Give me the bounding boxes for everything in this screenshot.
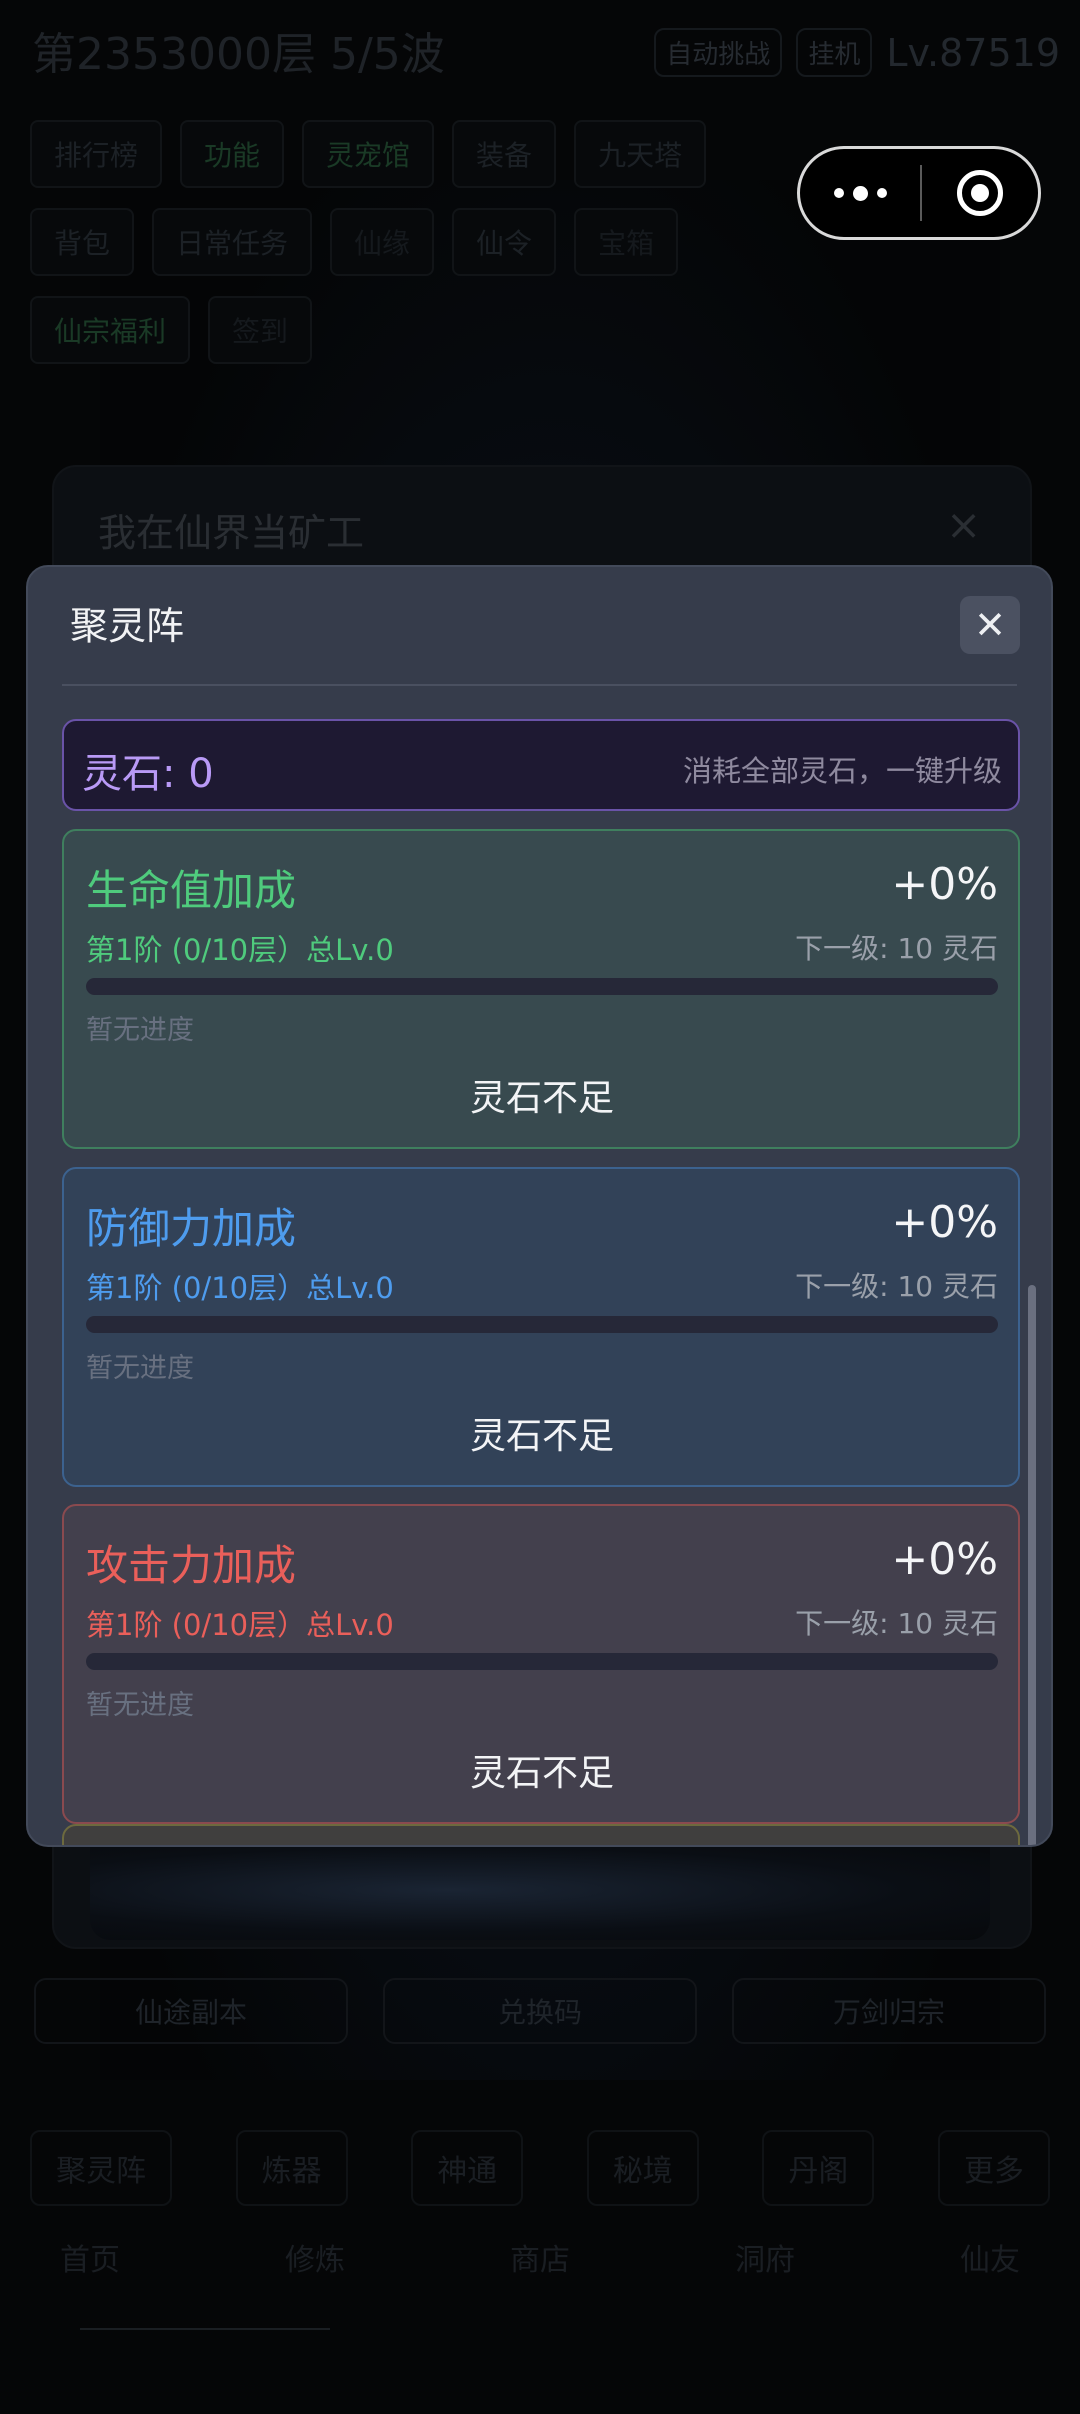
bg-button: 万剑归宗 [732, 1978, 1046, 2044]
bg-nav-item: 神通 [411, 2130, 524, 2206]
upgrade-button[interactable]: 灵石不足 [86, 1397, 998, 1469]
card-percent: +0% [891, 1534, 998, 1585]
bg-scene-image [90, 1840, 990, 1940]
bg-nav-item: 洞府 [735, 2243, 795, 2278]
progress-bar [86, 1316, 998, 1333]
progress-text: 暂无进度 [86, 1353, 194, 1384]
bg-action-buttons: 仙途副本 兑换码 万剑归宗 [34, 1978, 1046, 2044]
modal-content-scroll[interactable]: 灵石: 0 消耗全部灵石，一键升级 生命值加成 +0% 第1阶 (0/10层）总… [62, 719, 1020, 1845]
card-tier: 第1阶 (0/10层）总Lv.0 [86, 1271, 394, 1305]
bg-button: 仙途副本 [34, 1978, 348, 2044]
bg-nav-item: 修炼 [285, 2243, 345, 2278]
progress-bar [86, 1653, 998, 1670]
bg-tab: 仙令 [452, 208, 557, 276]
bg-tab: 宝箱 [574, 208, 679, 276]
bg-tab: 排行榜 [30, 120, 163, 188]
bg-tab: 背包 [30, 208, 135, 276]
floor-wave-title: 第2353000层 5/5波 [32, 29, 445, 80]
hp-bonus-card: 生命值加成 +0% 第1阶 (0/10层）总Lv.0 下一级: 10 灵石 暂无… [62, 829, 1020, 1149]
bg-nav-item: 秘境 [586, 2130, 699, 2206]
bg-tab: 灵宠馆 [302, 120, 435, 188]
progress-text: 暂无进度 [86, 1015, 194, 1046]
card-next-cost: 下一级: 10 灵石 [795, 1607, 998, 1640]
progress-text: 暂无进度 [86, 1690, 194, 1721]
more-dots-icon[interactable] [800, 149, 920, 237]
bg-button: 兑换码 [383, 1978, 697, 2044]
bg-nav-item: 丹阁 [762, 2130, 875, 2206]
bg-tab: 九天塔 [574, 120, 707, 188]
screen: 第2353000层 5/5波 自动挑战 挂机 Lv.87519 排行榜 功能 灵… [0, 0, 1080, 2414]
bg-tab: 签到 [208, 296, 313, 364]
bg-nav-item: 商店 [510, 2243, 570, 2278]
auto-challenge-chip: 自动挑战 [654, 28, 783, 77]
card-next-cost: 下一级: 10 灵石 [795, 932, 998, 965]
divider [62, 684, 1017, 686]
bg-nav-row-1: 聚灵阵 炼器 神通 秘境 丹阁 更多 [30, 2130, 1050, 2206]
bg-nav-item: 聚灵阵 [30, 2130, 172, 2206]
bg-nav-row-2: 首页 修炼 商店 洞府 仙友 [60, 2235, 1020, 2279]
card-next-cost: 下一级: 10 灵石 [795, 1270, 998, 1303]
upgrade-button[interactable]: 灵石不足 [86, 1734, 998, 1806]
attack-bonus-card: 攻击力加成 +0% 第1阶 (0/10层）总Lv.0 下一级: 10 灵石 暂无… [62, 1504, 1020, 1824]
target-close-icon[interactable] [922, 149, 1038, 237]
bg-nav-item: 仙友 [960, 2243, 1020, 2278]
upgrade-all-button[interactable]: 消耗全部灵石，一键升级 [683, 748, 1002, 790]
modal-title: 聚灵阵 [70, 604, 185, 648]
upgrade-button[interactable]: 灵石不足 [86, 1059, 998, 1131]
bg-nav-item: 炼器 [235, 2130, 348, 2206]
card-name: 生命值加成 [86, 866, 297, 915]
defense-bonus-card: 防御力加成 +0% 第1阶 (0/10层）总Lv.0 下一级: 10 灵石 暂无… [62, 1167, 1020, 1487]
player-level: Lv.87519 [886, 30, 1060, 75]
card-tier: 第1阶 (0/10层）总Lv.0 [86, 1608, 394, 1642]
bg-tab: 装备 [452, 120, 557, 188]
card-percent: +0% [891, 859, 998, 910]
card-name: 攻击力加成 [86, 1541, 297, 1590]
bg-tabs-row-3: 仙宗福利 签到 [30, 296, 313, 364]
next-card-partial [62, 1824, 1020, 1845]
scrollbar[interactable] [1028, 1285, 1036, 1845]
bg-panel-title: 我在仙界当矿工 [98, 511, 365, 555]
bg-tab: 仙缘 [330, 208, 435, 276]
bg-underline [80, 2328, 330, 2330]
bg-tab: 日常任务 [152, 208, 313, 276]
bg-tab: 仙宗福利 [30, 296, 191, 364]
card-tier: 第1阶 (0/10层）总Lv.0 [86, 933, 394, 967]
progress-bar [86, 978, 998, 995]
top-status: 自动挑战 挂机 Lv.87519 [654, 28, 1060, 77]
bg-nav-item: 更多 [937, 2130, 1050, 2206]
spirit-array-modal: 聚灵阵 ✕ 灵石: 0 消耗全部灵石，一键升级 生命值加成 +0% 第1阶 (0… [26, 565, 1053, 1847]
card-percent: +0% [891, 1197, 998, 1248]
idle-chip: 挂机 [796, 28, 873, 77]
bg-panel-close-icon: × [946, 500, 982, 549]
spirit-stone-count: 灵石: 0 [82, 751, 214, 797]
mini-program-capsule [797, 146, 1041, 240]
spirit-stone-bar: 灵石: 0 消耗全部灵石，一键升级 [62, 719, 1020, 811]
bg-tabs-row-2: 背包 日常任务 仙缘 仙令 宝箱 [30, 208, 679, 276]
card-name: 防御力加成 [86, 1204, 297, 1253]
bg-tab: 功能 [180, 120, 285, 188]
bg-tabs-row-1: 排行榜 功能 灵宠馆 装备 九天塔 [30, 120, 707, 188]
close-icon[interactable]: ✕ [960, 596, 1020, 654]
bg-nav-item: 首页 [60, 2243, 120, 2278]
